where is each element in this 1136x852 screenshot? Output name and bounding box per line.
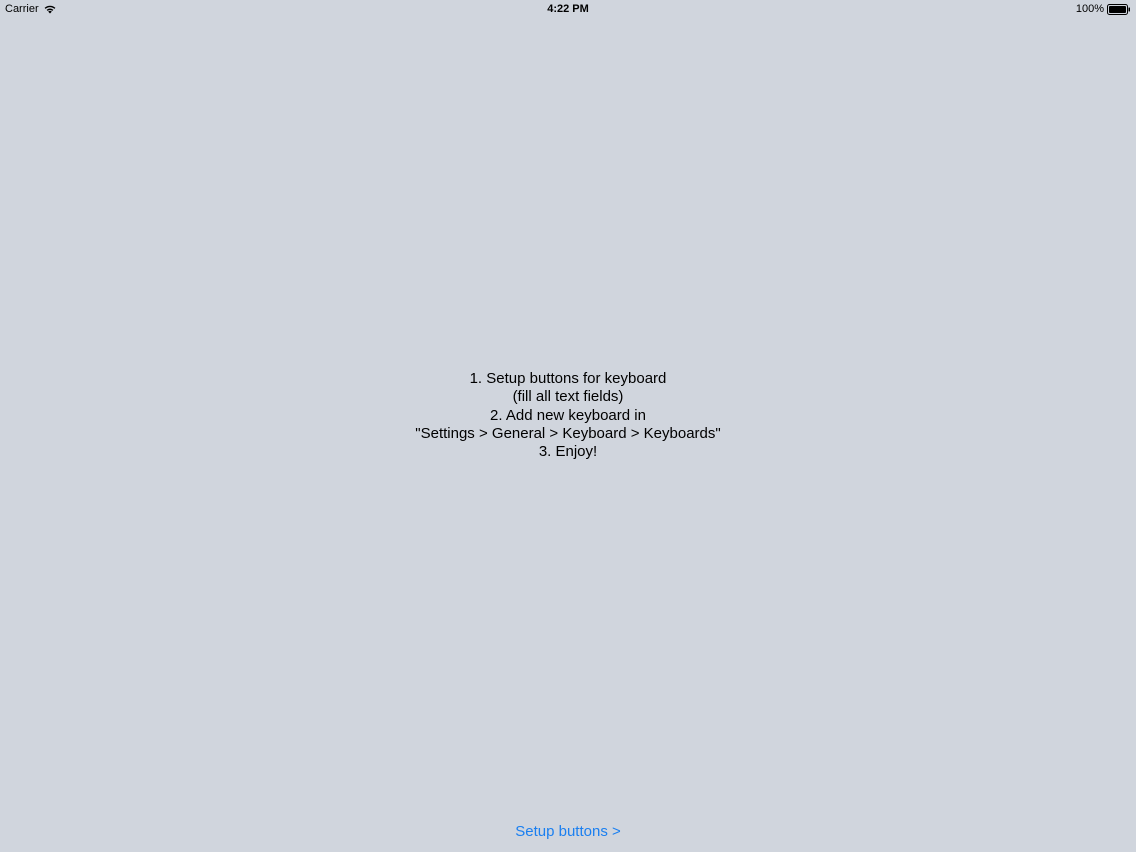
instruction-step-3: 3. Enjoy! [538, 443, 598, 461]
setup-buttons-button[interactable]: Setup buttons > [0, 823, 1136, 841]
setup-buttons-label[interactable]: Setup buttons > [511, 821, 625, 842]
instruction-step-2-path: "Settings > General > Keyboard > Keyboar… [415, 424, 721, 442]
instruction-step-1-note: (fill all text fields) [512, 388, 624, 406]
battery-indicator: 100% [1076, 0, 1131, 18]
battery-percent: 100% [1075, 3, 1104, 15]
instructions-text: 1. Setup buttons for keyboard (fill all … [0, 370, 1136, 461]
status-bar: Carrier 4:22 PM 100% [0, 0, 1136, 18]
instruction-step-1: 1. Setup buttons for keyboard [469, 370, 667, 387]
battery-full-icon [1107, 3, 1130, 15]
instruction-step-2: 2. Add new keyboard in [490, 406, 646, 424]
status-time: 4:22 PM [547, 3, 589, 15]
